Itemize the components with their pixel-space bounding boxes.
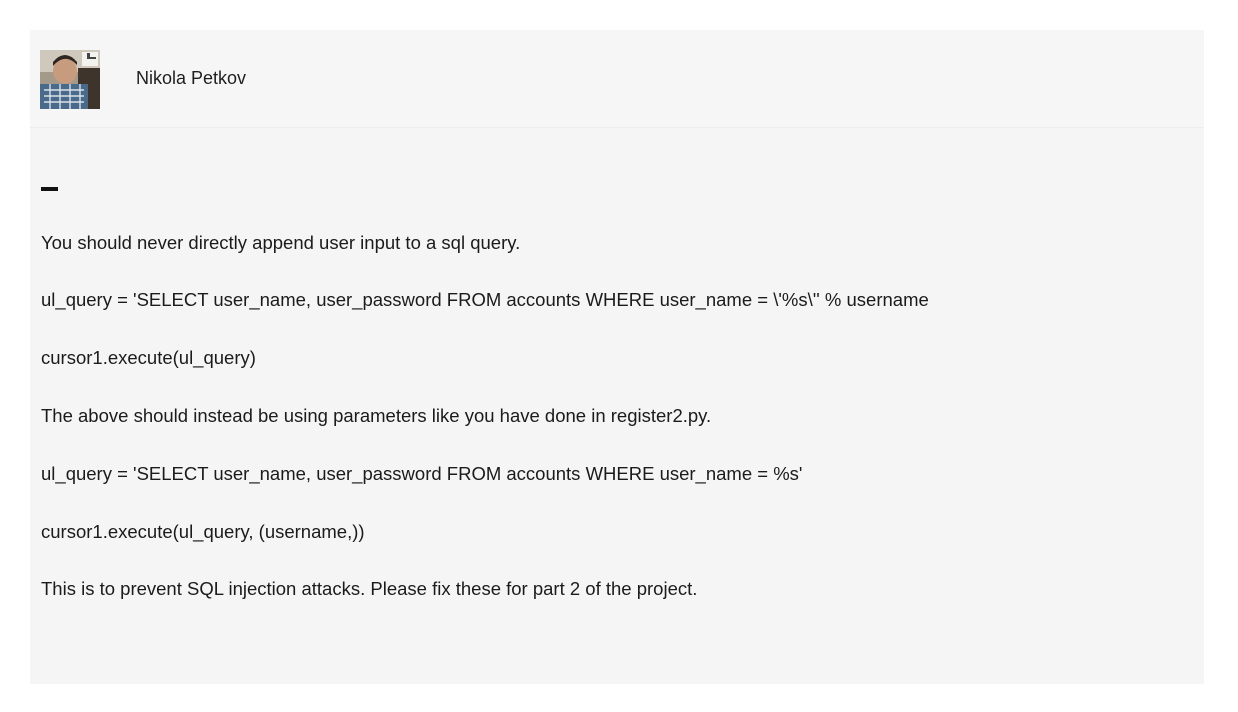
comment-card: Nikola Petkov You should never directly … [30,30,1204,684]
author-name[interactable]: Nikola Petkov [136,68,246,89]
comment-paragraph: ul_query = 'SELECT user_name, user_passw… [41,463,803,484]
comment-paragraph: cursor1.execute(ul_query) [41,347,256,368]
comment-paragraph: You should never directly append user in… [41,232,521,253]
separator-mark [41,187,58,191]
user-photo-icon[interactable] [40,50,100,109]
comment-header: Nikola Petkov [30,30,1204,128]
comment-paragraph: The above should instead be using parame… [41,405,712,426]
comment-paragraph: This is to prevent SQL injection attacks… [41,578,698,599]
comment-paragraph: ul_query = 'SELECT user_name, user_passw… [41,289,929,310]
comment-paragraph: cursor1.execute(ul_query, (username,)) [41,521,365,542]
